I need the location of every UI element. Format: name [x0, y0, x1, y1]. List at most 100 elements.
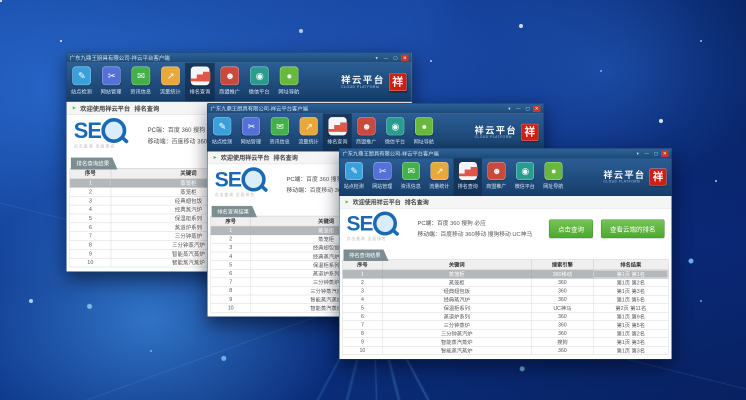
table-row[interactable]: 4经典蒸汽炉360第1页 第5名 [343, 295, 669, 304]
cell: 4 [211, 252, 251, 261]
toolbar-item-5[interactable]: ▂▅▇排名查询 [185, 63, 215, 101]
column-header[interactable]: 搜索引擎 [531, 260, 593, 270]
toolbar-label: 网站管理 [101, 87, 122, 95]
table-body: 1蒸笼柜360移动第1页 第1名2蒸笼柜360第1页 第2名3经典翅包饭360第… [343, 270, 669, 355]
toolbar-item-2[interactable]: ✂网站管理 [236, 114, 265, 151]
table-row[interactable]: 10智能蒸汽蒸炉360第1页 第3名 [343, 346, 669, 355]
toolbar-item-8[interactable]: ●网址导航 [539, 159, 568, 196]
cell: 360移动 [531, 270, 593, 279]
titlebar-skin-button[interactable]: ▾ [373, 54, 381, 61]
toolbar-label: 站点检测 [344, 182, 364, 190]
column-header[interactable]: 序号 [343, 260, 382, 270]
brand-text: 祥云平台 CLOUD PLATFORM [604, 170, 646, 183]
table-row[interactable]: 7三分钟蒸炉360第1页 第5名 [343, 321, 669, 330]
column-header[interactable]: 序号 [70, 168, 111, 178]
tab-ranking-results[interactable]: 排名查询结果 [71, 158, 118, 170]
table-row[interactable]: 5保温柜系列UC神马第2页 第11名 [343, 304, 669, 313]
pc-label: PC端： [418, 221, 437, 227]
brand-name: 祥云平台 [604, 170, 646, 180]
table-row[interactable]: 8三分钟蒸汽炉360第1页 第2名 [343, 329, 669, 338]
toolbar-items: ✎站点检测✂网站管理✉资讯信息↗流量统计▂▅▇排名查询☻商盟推广◉微信平台●网址… [340, 159, 568, 196]
titlebar-skin-button[interactable]: ▾ [634, 150, 642, 157]
cell: 360 [531, 312, 593, 321]
toolbar-item-2[interactable]: ✂网站管理 [96, 63, 126, 101]
cell: 第1页 第2名 [593, 278, 668, 287]
toolbar-label: 网站管理 [372, 182, 392, 190]
toolbar-item-2[interactable]: ✂网站管理 [368, 159, 397, 196]
titlebar-maximize-button[interactable]: ▢ [392, 54, 400, 61]
toolbar-item-1[interactable]: ✎站点检测 [67, 63, 97, 101]
toolbar-label: 微信平台 [249, 87, 270, 95]
windows-layer: 广东九鼎王厨具有限公司-祥云平台客户端 ▾—▢✕ ✎站点检测✂网站管理✉资讯信息… [0, 0, 746, 400]
toolbar-item-3[interactable]: ✉资讯信息 [126, 63, 156, 101]
toolbar-label: 商盟推广 [356, 137, 376, 145]
table-row[interactable]: 9智能蒸汽蒸炉搜狗第1页 第3名 [343, 338, 669, 347]
cell: 第1页 第2名 [593, 329, 668, 338]
query-button[interactable]: 点击查询 [549, 220, 593, 239]
toolbar-item-4[interactable]: ↗流量统计 [425, 159, 454, 196]
titlebar-close-button[interactable]: ✕ [661, 150, 669, 157]
toolbar-item-6[interactable]: ☻商盟推广 [352, 114, 381, 151]
titlebar-close-button[interactable]: ✕ [533, 105, 541, 112]
toolbar-item-1[interactable]: ✎站点检测 [340, 159, 369, 196]
titlebar[interactable]: 广东九鼎王厨具有限公司-祥云平台客户端 ▾—▢✕ [67, 53, 412, 63]
tab-ranking-results[interactable]: 排名查询结果 [344, 250, 389, 262]
table-row[interactable]: 1蒸笼柜360移动第1页 第1名 [343, 270, 669, 279]
toolbar-items: ✎站点检测✂网站管理✉资讯信息↗流量统计▂▅▇排名查询☻商盟推广◉微信平台●网址… [67, 63, 304, 101]
supported-engines: PC端：百度 360 搜狗 必应 移动端：百度移动 360移动 搜狗移动 UC神… [418, 219, 533, 250]
toolbar-item-1[interactable]: ✎站点检测 [208, 114, 237, 151]
bar-chart-icon: ▂▅▇ [459, 162, 477, 180]
toolbar-item-6[interactable]: ☻商盟推广 [482, 159, 511, 196]
toolbar-item-4[interactable]: ↗流量统计 [155, 63, 185, 101]
window-controls: ▾—▢✕ [634, 150, 669, 157]
toolbar-item-8[interactable]: ●网址导航 [409, 114, 438, 151]
seo-letters: SE [215, 167, 241, 191]
window-controls: ▾—▢✕ [506, 105, 541, 112]
toolbar-label: 资讯信息 [269, 137, 289, 145]
titlebar-minimize-button[interactable]: — [382, 54, 390, 61]
brand-badge-icon: 祥 [650, 169, 667, 186]
cell: 6 [343, 312, 382, 321]
view-cloud-ranking-button[interactable]: 查看云端的排名 [601, 220, 665, 239]
toolbar-item-8[interactable]: ●网址导航 [274, 63, 304, 101]
titlebar-minimize-button[interactable]: — [643, 150, 651, 157]
titlebar-skin-button[interactable]: ▾ [506, 105, 514, 112]
window-title: 广东九鼎王厨具有限公司-祥云平台客户端 [211, 105, 506, 113]
toolbar-item-7[interactable]: ◉微信平台 [244, 63, 274, 101]
titlebar-minimize-button[interactable]: — [515, 105, 523, 112]
cell: 6 [211, 269, 251, 278]
titlebar[interactable]: 广东九鼎王厨具有限公司-祥云平台客户端 ▾—▢✕ [208, 104, 544, 114]
toolbar-label: 流量统计 [298, 137, 318, 145]
toolbar: ✎站点检测✂网站管理✉资讯信息 ↗ 流量统计 ▂▅▇排名查询☻商盟推广◉微信平台●网址… [208, 114, 544, 152]
tab-ranking-results[interactable]: 排名查询结果 [212, 206, 258, 218]
cell: 第1页 第3名 [593, 287, 668, 296]
column-header[interactable]: 关键词 [382, 260, 531, 270]
column-header[interactable]: 排名结果 [593, 260, 668, 270]
toolbar-item-7[interactable]: ◉微信平台 [381, 114, 410, 151]
seo-letters: SE [74, 118, 101, 143]
table-row[interactable]: 3经典翅包饭360第1页 第3名 [343, 287, 669, 296]
line-chart-icon: ↗ [299, 117, 317, 135]
breadcrumb-welcome: 欢迎使用祥云平台 [353, 198, 401, 207]
window-controls: ▾—▢✕ [373, 54, 409, 61]
toolbar-item-5[interactable]: ▂▅▇排名查询 [454, 159, 483, 196]
titlebar-close-button[interactable]: ✕ [401, 54, 409, 61]
toolbar-item-6[interactable]: ☻商盟推广 [215, 63, 245, 101]
line-chart-icon: ↗ [161, 67, 180, 86]
toolbar-item-5[interactable]: ▂▅▇排名查询 [323, 114, 352, 151]
titlebar-maximize-button[interactable]: ▢ [524, 105, 532, 112]
breadcrumb-leaf-icon: ➤ [72, 105, 76, 111]
toolbar-item-3[interactable]: ✉资讯信息 [265, 114, 294, 151]
table-row[interactable]: 2蒸笼柜360第1页 第2名 [343, 278, 669, 287]
toolbar-item-7[interactable]: ◉微信平台 [511, 159, 540, 196]
window-title: 广东九鼎王厨具有限公司-祥云平台客户端 [343, 150, 635, 158]
titlebar[interactable]: 广东九鼎王厨具有限公司-祥云平台客户端 ▾—▢✕ [340, 149, 672, 159]
titlebar-maximize-button[interactable]: ▢ [652, 150, 660, 157]
brand-subtitle: CLOUD PLATFORM [341, 85, 379, 89]
toolbar-item-4[interactable]: ↗ 流量统计 [294, 114, 323, 151]
cell: 2 [70, 187, 111, 196]
column-header[interactable]: 序号 [211, 216, 251, 226]
toolbar-item-3[interactable]: ✉资讯信息 [397, 159, 426, 196]
toolbar-label: 流量统计 [160, 87, 181, 95]
table-row[interactable]: 6蒸道炉系列360第1页 第9名 [343, 312, 669, 321]
